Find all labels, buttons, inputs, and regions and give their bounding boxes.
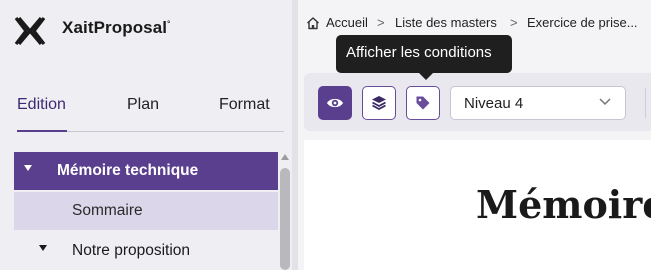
tree-item-sommaire[interactable]: Sommaire: [14, 192, 278, 230]
breadcrumb-masters[interactable]: Liste des masters: [395, 15, 497, 30]
tooltip-arrow: [419, 73, 433, 80]
chevron-down-icon: [599, 98, 611, 106]
tooltip-text: Afficher les conditions: [346, 44, 492, 61]
left-panel: XaitProposal° Edition Plan Format Mémoir…: [0, 0, 292, 270]
tag-icon: [416, 96, 429, 109]
xait-logo-icon: [14, 17, 46, 45]
caret-down-icon[interactable]: [24, 165, 32, 171]
tab-plan[interactable]: Plan: [127, 96, 159, 114]
document-title[interactable]: Mémoire: [476, 182, 651, 227]
level-select-value: Niveau 4: [464, 95, 524, 112]
breadcrumb-separator: >: [510, 15, 518, 30]
scroll-thumb[interactable]: [280, 168, 290, 270]
tree-item-label: Notre proposition: [72, 242, 191, 259]
breadcrumb-home[interactable]: Accueil: [326, 15, 368, 30]
tree-item-label: Sommaire: [72, 202, 143, 219]
tree-item-label: Mémoire technique: [57, 162, 199, 179]
toolbar-separator: [645, 88, 646, 118]
tooltip: Afficher les conditions: [336, 35, 512, 80]
brand-name: XaitProposal°: [62, 18, 171, 37]
layers-icon: [371, 95, 386, 110]
scroll-up-icon[interactable]: [281, 154, 289, 160]
tree-item-notre-proposition[interactable]: Notre proposition: [14, 232, 278, 270]
tab-edition[interactable]: Edition: [17, 96, 66, 114]
tree-item-memoire-technique[interactable]: Mémoire technique: [14, 152, 278, 190]
show-conditions-eye-button[interactable]: [318, 86, 352, 120]
tab-bar: Edition Plan Format: [0, 96, 292, 136]
breadcrumb-separator: >: [377, 15, 385, 30]
eye-icon: [327, 98, 343, 108]
document-canvas[interactable]: Mémoire: [304, 140, 651, 270]
editor-toolbar: Niveau 4: [304, 73, 651, 131]
conditions-tag-button[interactable]: [406, 86, 440, 120]
home-icon[interactable]: [306, 16, 320, 30]
level-select[interactable]: Niveau 4: [450, 86, 626, 120]
caret-down-icon[interactable]: [39, 245, 47, 251]
tab-format[interactable]: Format: [219, 96, 270, 114]
tree-scrollbar[interactable]: [280, 152, 290, 270]
layers-button[interactable]: [362, 86, 396, 120]
breadcrumb-current[interactable]: Exercice de prise...: [527, 15, 638, 30]
tab-active-indicator: [17, 130, 67, 132]
